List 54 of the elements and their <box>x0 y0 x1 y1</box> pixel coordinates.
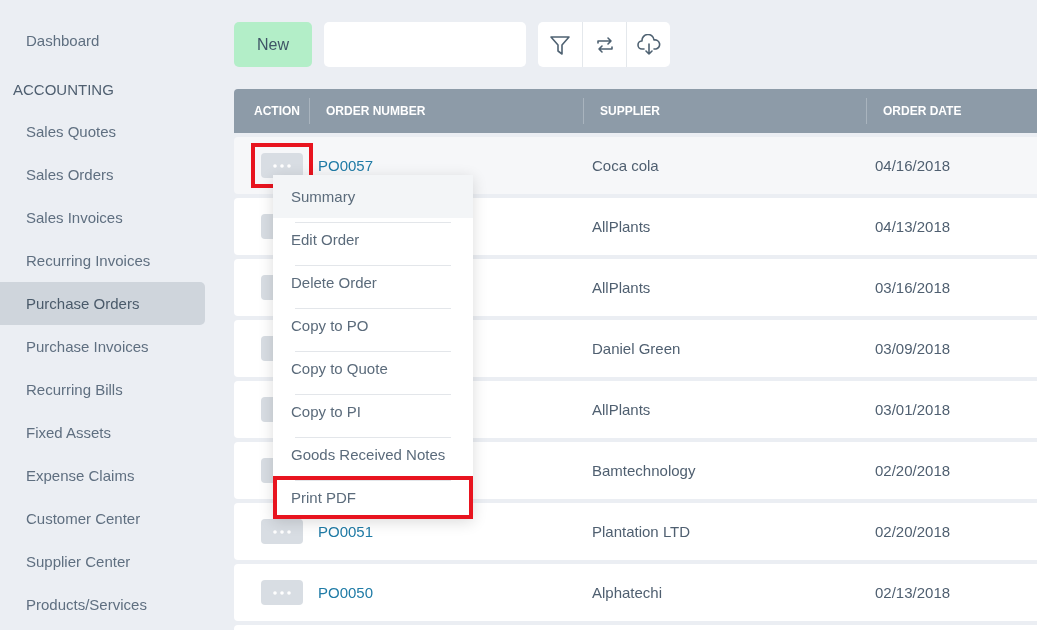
sidebar-item[interactable]: Products/Services <box>0 583 205 626</box>
new-button[interactable]: New <box>234 22 312 67</box>
column-header: ORDER DATE <box>866 98 1037 124</box>
sidebar-item[interactable]: Recurring Invoices <box>0 239 205 282</box>
order-number-link[interactable]: PO0057 <box>309 156 374 174</box>
supplier-cell-text: Alphatechi <box>591 583 663 601</box>
action-button[interactable] <box>261 519 303 544</box>
supplier-cell-text: Coca cola <box>591 156 659 174</box>
sidebar-item[interactable]: Supplier Center <box>0 540 205 583</box>
column-header: ORDER NUMBER <box>309 98 583 124</box>
order-date-cell-text: 04/13/2018 <box>874 217 951 235</box>
order-date-cell-text: 04/16/2018 <box>874 156 951 174</box>
ellipsis-icon <box>273 529 291 534</box>
swap-arrows-icon <box>595 34 614 55</box>
order-date-cell-text: 02/20/2018 <box>874 522 951 540</box>
sidebar-item[interactable]: Purchase Invoices <box>0 325 205 368</box>
order-date-cell-text: 02/13/2018 <box>874 583 951 601</box>
cloud-download-icon <box>636 33 661 56</box>
menu-item[interactable]: Print PDF <box>273 476 473 519</box>
supplier-cell-text: Bamtechnology <box>591 461 696 479</box>
ellipsis-icon <box>273 163 291 168</box>
menu-item[interactable]: Delete Order <box>273 261 473 304</box>
order-date-cell-text: 03/09/2018 <box>874 339 951 357</box>
supplier-cell-text: Daniel Green <box>591 339 681 357</box>
sidebar-item[interactable]: Recurring Bills <box>0 368 205 411</box>
order-number-link[interactable]: PO0051 <box>309 522 374 540</box>
order-number-link[interactable]: PO0050 <box>309 583 374 601</box>
supplier-cell-text: AllPlants <box>591 217 651 235</box>
order-date-cell-text: 03/01/2018 <box>874 400 951 418</box>
sidebar-item[interactable]: Sales Invoices <box>0 196 205 239</box>
sidebar-item[interactable]: Customer Center <box>0 497 205 540</box>
menu-item[interactable]: Copy to PI <box>273 390 473 433</box>
sidebar-item[interactable]: Fixed Assets <box>0 411 205 454</box>
menu-item[interactable]: Edit Order <box>273 218 473 261</box>
sidebar-item[interactable]: Purchase Orders <box>0 282 205 325</box>
sidebar-item[interactable]: Expense Claims <box>0 454 205 497</box>
sidebar-item[interactable]: Sales Quotes <box>0 110 205 153</box>
menu-item[interactable]: Summary <box>273 175 473 218</box>
menu-item[interactable]: Copy to PO <box>273 304 473 347</box>
order-date-cell-text: 03/16/2018 <box>874 278 951 296</box>
sidebar-item[interactable]: Dashboard <box>0 19 205 62</box>
ellipsis-icon <box>273 590 291 595</box>
supplier-cell-text: AllPlants <box>591 278 651 296</box>
filter-icon <box>549 33 571 56</box>
action-button[interactable] <box>261 580 303 605</box>
menu-item[interactable]: Copy to Quote <box>273 347 473 390</box>
section-heading: ACCOUNTING <box>12 79 115 100</box>
order-date-cell-text: 02/20/2018 <box>874 461 951 479</box>
menu-item[interactable]: Goods Received Notes <box>273 433 473 476</box>
column-header: SUPPLIER <box>583 98 866 124</box>
column-header: ACTION <box>253 103 301 120</box>
supplier-cell-text: Plantation LTD <box>591 522 691 540</box>
sidebar-item[interactable]: Sales Orders <box>0 153 205 196</box>
supplier-cell-text: AllPlants <box>591 400 651 418</box>
